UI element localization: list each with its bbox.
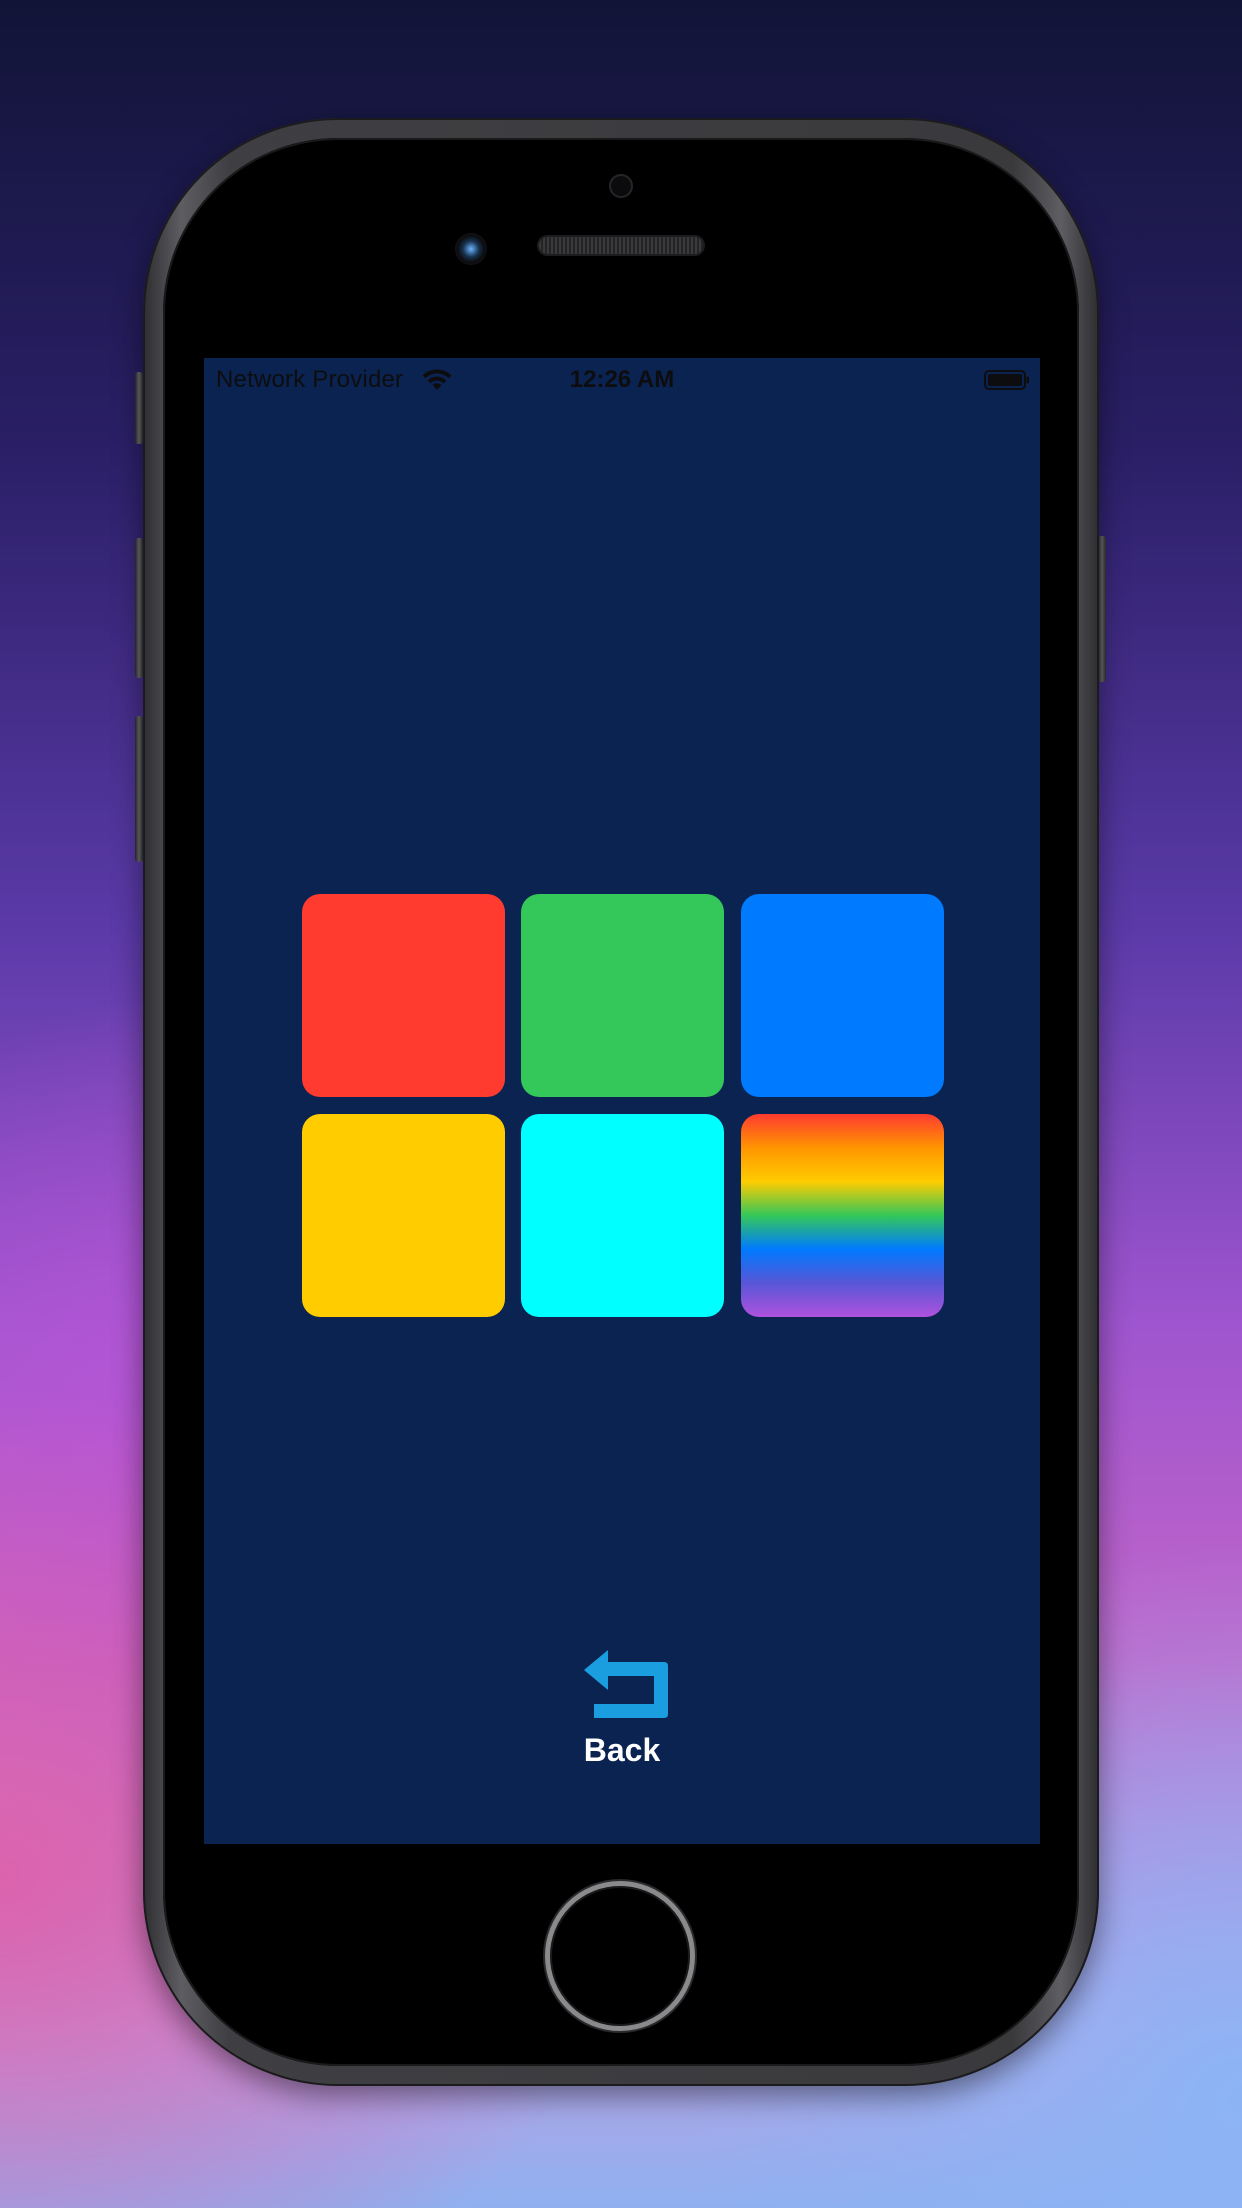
return-arrow-icon — [584, 1650, 668, 1718]
side-button-power — [1098, 536, 1106, 682]
app-screen: Network Provider 12:26 AM Back — [204, 358, 1040, 1844]
tile-yellow[interactable] — [302, 1114, 505, 1317]
battery-icon — [984, 370, 1029, 390]
back-button[interactable]: Back — [522, 1648, 722, 1798]
tile-rainbow[interactable] — [741, 1114, 944, 1317]
earpiece-speaker — [539, 237, 703, 254]
home-button[interactable] — [545, 1881, 695, 2031]
proximity-sensor — [611, 176, 631, 196]
side-button-volume-down — [135, 716, 143, 862]
status-time: 12:26 AM — [569, 366, 675, 393]
tile-green[interactable] — [521, 894, 724, 1097]
tile-red[interactable] — [302, 894, 505, 1097]
tile-cyan[interactable] — [521, 1114, 724, 1317]
tile-blue[interactable] — [741, 894, 944, 1097]
side-button-volume-up — [135, 538, 143, 678]
side-button-mute — [135, 372, 143, 444]
front-camera — [455, 233, 487, 265]
status-bar: Network Provider 12:26 AM — [204, 358, 1040, 402]
back-button-label: Back — [583, 1732, 661, 1768]
